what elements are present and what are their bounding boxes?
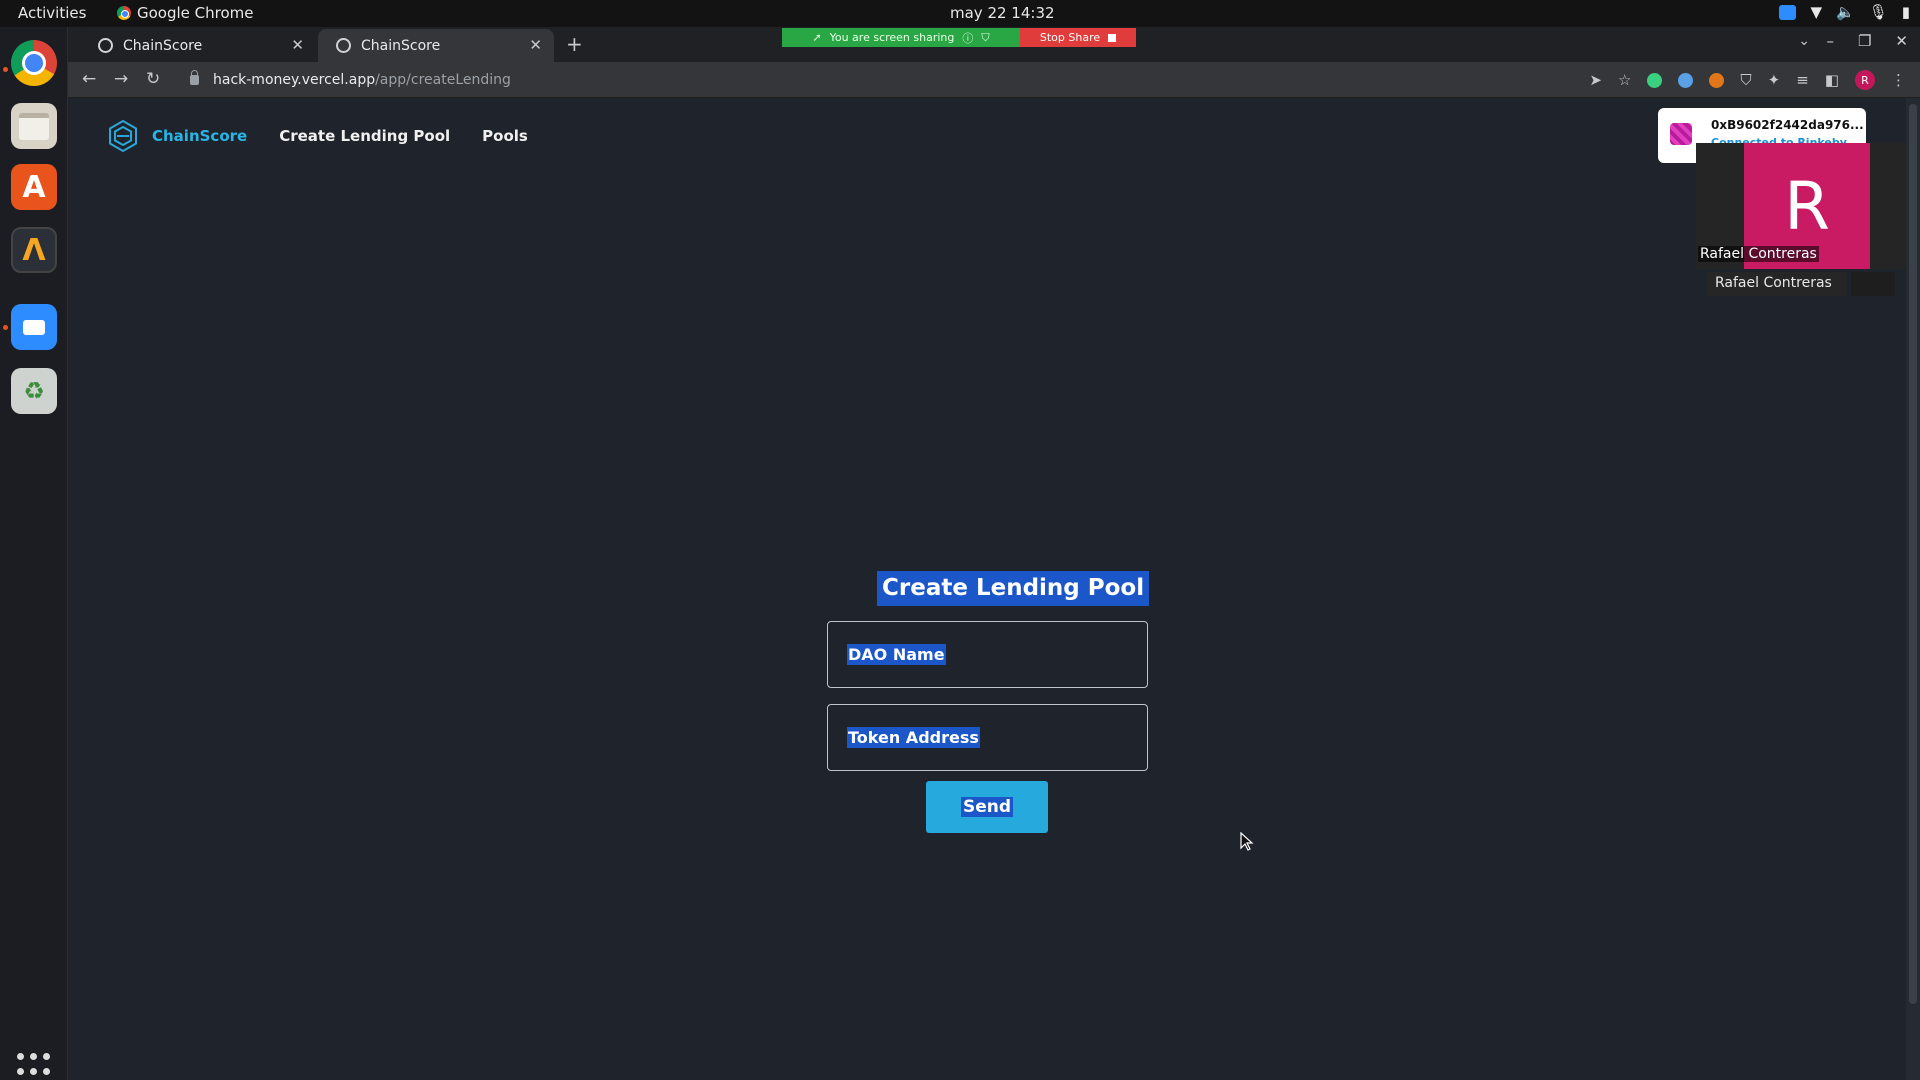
nav-pools[interactable]: Pools — [482, 127, 528, 145]
activities-button[interactable]: Activities — [18, 4, 86, 22]
bookmark-star-icon[interactable]: ☆ — [1618, 71, 1631, 89]
shield-extension-icon[interactable]: ⛉ — [1740, 71, 1751, 89]
show-apps-icon[interactable] — [14, 1051, 54, 1080]
address-bar[interactable]: hack-money.vercel.app/app/createLending — [178, 65, 1678, 95]
screen-share-status[interactable]: ➚ You are screen sharing ⓘ ⛉ — [782, 28, 1020, 47]
running-indicator — [3, 325, 8, 330]
dock-chrome-icon[interactable] — [11, 40, 57, 86]
dock: A Λ ♻ — [0, 27, 68, 1080]
site-navbar: ChainScore Create Lending Pool Pools — [106, 116, 560, 156]
dao-name-placeholder: DAO Name — [847, 644, 946, 665]
web-page: ChainScore Create Lending Pool Pools 0xB… — [68, 98, 1906, 1080]
url-host: hack-money.vercel.app — [213, 72, 376, 88]
stop-share-label: Stop Share — [1039, 31, 1101, 44]
info-icon: ⓘ — [962, 31, 974, 45]
wallet-identicon — [1670, 123, 1692, 145]
new-tab-button[interactable]: + — [566, 32, 583, 56]
share-arrow-icon: ➚ — [812, 31, 822, 44]
extension-green-icon[interactable] — [1647, 72, 1663, 88]
close-icon[interactable]: ✕ — [291, 36, 304, 54]
reload-icon[interactable]: ↻ — [146, 69, 160, 89]
reading-list-icon[interactable]: ≡ — [1796, 71, 1809, 89]
metamask-fox-icon[interactable] — [1709, 72, 1725, 88]
globe-icon — [98, 38, 113, 53]
zoom-tray-icon[interactable] — [1779, 4, 1797, 20]
restore-icon[interactable]: ❐ — [1858, 32, 1871, 50]
close-icon[interactable]: ✕ — [529, 36, 542, 54]
zoom-video-tile[interactable]: R Rafael Contreras — [1696, 143, 1906, 269]
nav-create-lending-pool[interactable]: Create Lending Pool — [279, 127, 450, 145]
kebab-menu-icon[interactable]: ⋮ — [1891, 71, 1906, 89]
lock-icon[interactable] — [190, 70, 199, 85]
dock-software-icon[interactable]: A — [11, 164, 57, 210]
tab-chainscore-1[interactable]: ChainScore ✕ — [80, 29, 316, 62]
globe-icon — [336, 38, 351, 53]
mouse-pointer-icon — [1240, 832, 1254, 851]
side-panel-icon[interactable]: ◧ — [1825, 71, 1839, 89]
back-arrow-icon[interactable]: ← — [82, 69, 96, 89]
app-menu-label: Google Chrome — [137, 4, 254, 22]
zoom-name-tag: Rafael Contreras — [1707, 272, 1847, 296]
wifi-icon: ▼ — [1810, 3, 1822, 21]
wallet-address: 0xB9602f2442da976... — [1711, 118, 1864, 132]
microphone-icon: 🎙 — [1868, 3, 1888, 21]
dock-files-icon[interactable] — [11, 103, 57, 149]
screen-share-bar: ➚ You are screen sharing ⓘ ⛉ Stop Share — [782, 28, 1136, 47]
dock-ide-icon[interactable]: Λ — [11, 227, 57, 273]
app-menu[interactable]: Google Chrome — [117, 4, 254, 22]
form-title: Create Lending Pool — [877, 571, 1150, 606]
system-clock[interactable]: may 22 14:32 — [950, 4, 1055, 22]
profile-avatar[interactable]: R — [1855, 70, 1875, 90]
screen-share-label: You are screen sharing — [829, 31, 955, 44]
scrollbar-thumb[interactable] — [1909, 104, 1917, 1004]
tab-chainscore-2[interactable]: ChainScore ✕ — [318, 29, 554, 62]
running-indicator — [3, 67, 8, 72]
zoom-tag-background — [1851, 272, 1895, 296]
stop-share-button[interactable]: Stop Share — [1020, 28, 1136, 47]
send-button-label: Send — [960, 797, 1014, 817]
minimize-icon[interactable]: – — [1826, 32, 1834, 50]
system-tray[interactable]: ▼ 🔈 🎙 ▮ — [1779, 3, 1910, 21]
tab-title: ChainScore — [361, 37, 441, 54]
volume-icon: 🔈 — [1836, 3, 1855, 21]
forward-arrow-icon[interactable]: → — [114, 69, 128, 89]
send-button[interactable]: Send — [926, 781, 1048, 833]
system-top-bar: Activities Google Chrome may 22 14:32 ▼ … — [0, 0, 1920, 27]
battery-icon: ▮ — [1901, 3, 1910, 21]
dock-zoom-icon[interactable] — [11, 304, 57, 350]
token-address-placeholder: Token Address — [847, 727, 980, 748]
browser-toolbar: ← → ↻ hack-money.vercel.app/app/createLe… — [68, 62, 1920, 98]
shield-icon: ⛉ — [981, 30, 990, 44]
chevron-down-icon[interactable]: ⌄ — [1798, 33, 1810, 49]
close-window-icon[interactable]: ✕ — [1895, 32, 1908, 50]
send-tab-icon[interactable]: ➤ — [1589, 71, 1602, 89]
url-path: /app/createLending — [375, 72, 511, 88]
extension-react-icon[interactable] — [1678, 72, 1694, 88]
page-scrollbar[interactable] — [1906, 98, 1920, 1080]
chrome-icon — [117, 6, 131, 20]
dock-trash-icon[interactable]: ♻ — [11, 368, 57, 414]
tab-title: ChainScore — [123, 37, 203, 54]
chainscore-logo-icon[interactable] — [106, 119, 140, 153]
zoom-participant-name: Rafael Contreras — [1698, 246, 1819, 262]
brand-link[interactable]: ChainScore — [152, 127, 247, 145]
extension-bar: ➤ ☆ ⛉ ✦ ≡ ◧ R ⋮ — [1589, 70, 1906, 90]
stop-icon — [1108, 33, 1117, 42]
dao-name-input[interactable]: DAO Name — [827, 621, 1148, 688]
puzzle-icon[interactable]: ✦ — [1768, 71, 1781, 89]
window-controls: – ❐ ✕ — [1826, 32, 1908, 50]
token-address-input[interactable]: Token Address — [827, 704, 1148, 771]
